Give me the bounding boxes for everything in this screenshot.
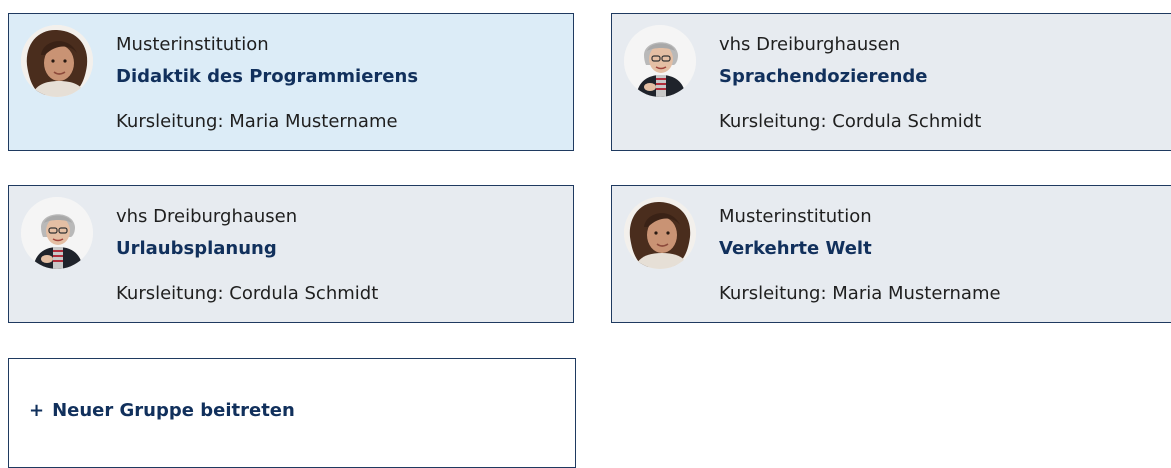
group-title[interactable]: Sprachendozierende [719,66,927,88]
group-card-verkehrte-welt[interactable]: Musterinstitution Verkehrte Welt Kurslei… [611,185,1171,323]
gray-hair-woman-avatar [21,197,93,269]
course-leader: Kursleitung: Cordula Schmidt [719,111,982,132]
group-title[interactable]: Didaktik des Programmierens [116,66,418,88]
course-leader: Kursleitung: Maria Mustername [116,111,398,132]
join-group-button[interactable]: + Neuer Gruppe beitreten [8,358,576,468]
avatar-cordula-schmidt [624,25,696,97]
curly-hair-woman-avatar [21,25,93,97]
group-title[interactable]: Verkehrte Welt [719,238,872,260]
join-group-label-row: + Neuer Gruppe beitreten [29,400,295,422]
group-title[interactable]: Urlaubsplanung [116,238,277,260]
join-group-label: Neuer Gruppe beitreten [52,400,295,421]
institution-name: Musterinstitution [116,34,269,55]
avatar-maria-mustername [624,197,696,269]
course-leader: Kursleitung: Cordula Schmidt [116,283,379,304]
avatar-cordula-schmidt [21,197,93,269]
avatar-maria-mustername [21,25,93,97]
plus-icon: + [29,400,45,421]
group-card-didaktik[interactable]: Musterinstitution Didaktik des Programmi… [8,13,574,151]
curly-hair-woman-avatar [624,197,696,269]
course-leader: Kursleitung: Maria Mustername [719,283,1001,304]
gray-hair-woman-avatar [624,25,696,97]
institution-name: vhs Dreiburghausen [116,206,298,227]
institution-name: vhs Dreiburghausen [719,34,901,55]
institution-name: Musterinstitution [719,206,872,227]
group-card-sprachendozierende[interactable]: vhs Dreiburghausen Sprachendozierende Ku… [611,13,1171,151]
group-card-urlaubsplanung[interactable]: vhs Dreiburghausen Urlaubsplanung Kursle… [8,185,574,323]
